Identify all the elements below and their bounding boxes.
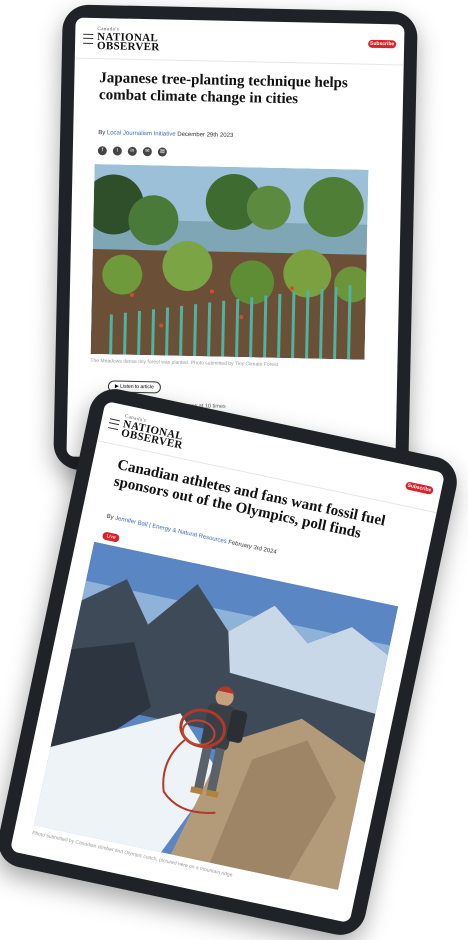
live-badge: Live [101,531,121,543]
article-screen-front: Canada's NATIONAL OBSERVER Subscribe Can… [9,400,446,924]
facebook-icon[interactable]: f [97,146,107,156]
author-link[interactable]: Local Journalism Initiative [107,130,176,137]
article-photo-climber [33,541,399,890]
site-logo[interactable]: Canada's NATIONAL OBSERVER [97,27,160,54]
menu-icon[interactable] [83,33,94,44]
photo-caption: The Meadows dense tiny forest was plante… [90,357,279,368]
subscribe-button[interactable]: Subscribe [368,39,397,49]
menu-icon[interactable] [108,418,120,431]
linkedin-icon[interactable]: in [127,146,137,156]
share-icons: f t in ✉ ▤ [97,146,167,157]
site-header: Canada's NATIONAL OBSERVER Subscribe [74,17,405,66]
subscribe-button[interactable]: Subscribe [404,481,434,495]
author-link[interactable]: Jennifer Ball | Energy & Natural Resourc… [114,516,227,546]
article-byline: By Local Journalism Initiative December … [98,130,234,139]
print-icon[interactable]: ▤ [157,147,167,157]
site-logo[interactable]: Canada's NATIONAL OBSERVER [120,414,186,452]
article-headline: Japanese tree-planting technique helps c… [98,70,348,108]
email-icon[interactable]: ✉ [142,147,152,157]
article-photo-forest [90,164,369,360]
twitter-icon[interactable]: t [112,146,122,156]
